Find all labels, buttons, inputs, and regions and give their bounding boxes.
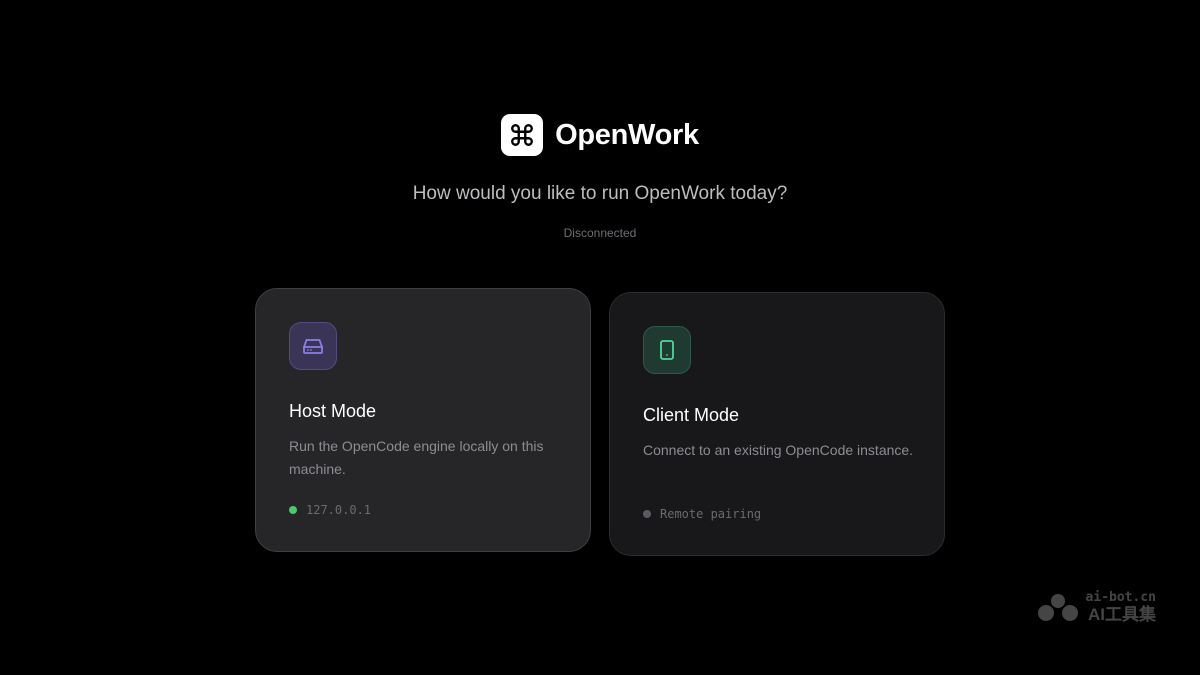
host-mode-description: Run the OpenCode engine locally on this … — [289, 438, 544, 477]
hard-drive-icon — [289, 322, 337, 370]
host-mode-footer: 127.0.0.1 — [289, 503, 371, 517]
prompt-heading: How would you like to run OpenWork today… — [412, 183, 788, 204]
mode-selection-screen: OpenWork How would you like to run OpenW… — [0, 0, 1200, 675]
watermark-domain: ai-bot.cn — [1085, 590, 1156, 605]
client-mode-title: Client Mode — [643, 405, 740, 425]
connection-status: Disconnected — [563, 226, 637, 240]
watermark-logo-icon — [1037, 594, 1078, 621]
host-mode-card[interactable]: Host Mode Run the OpenCode engine locall… — [255, 288, 591, 552]
client-mode-footer: Remote pairing — [643, 507, 761, 521]
watermark: ai-bot.cn AI工具集 — [1036, 591, 1156, 623]
brand-header: OpenWork — [0, 114, 1200, 156]
watermark-name: AI工具集 — [1088, 605, 1156, 624]
app-title: OpenWork — [555, 118, 699, 151]
client-mode-description: Connect to an existing OpenCode instance… — [643, 442, 914, 458]
status-dot-icon — [643, 510, 651, 518]
client-mode-card[interactable]: Client Mode Connect to an existing OpenC… — [609, 292, 945, 556]
command-icon — [501, 114, 544, 156]
tablet-icon — [643, 326, 691, 374]
remote-pairing-label: Remote pairing — [660, 507, 762, 521]
status-dot-icon — [289, 506, 297, 514]
host-mode-title: Host Mode — [289, 401, 377, 421]
host-address: 127.0.0.1 — [306, 503, 372, 517]
